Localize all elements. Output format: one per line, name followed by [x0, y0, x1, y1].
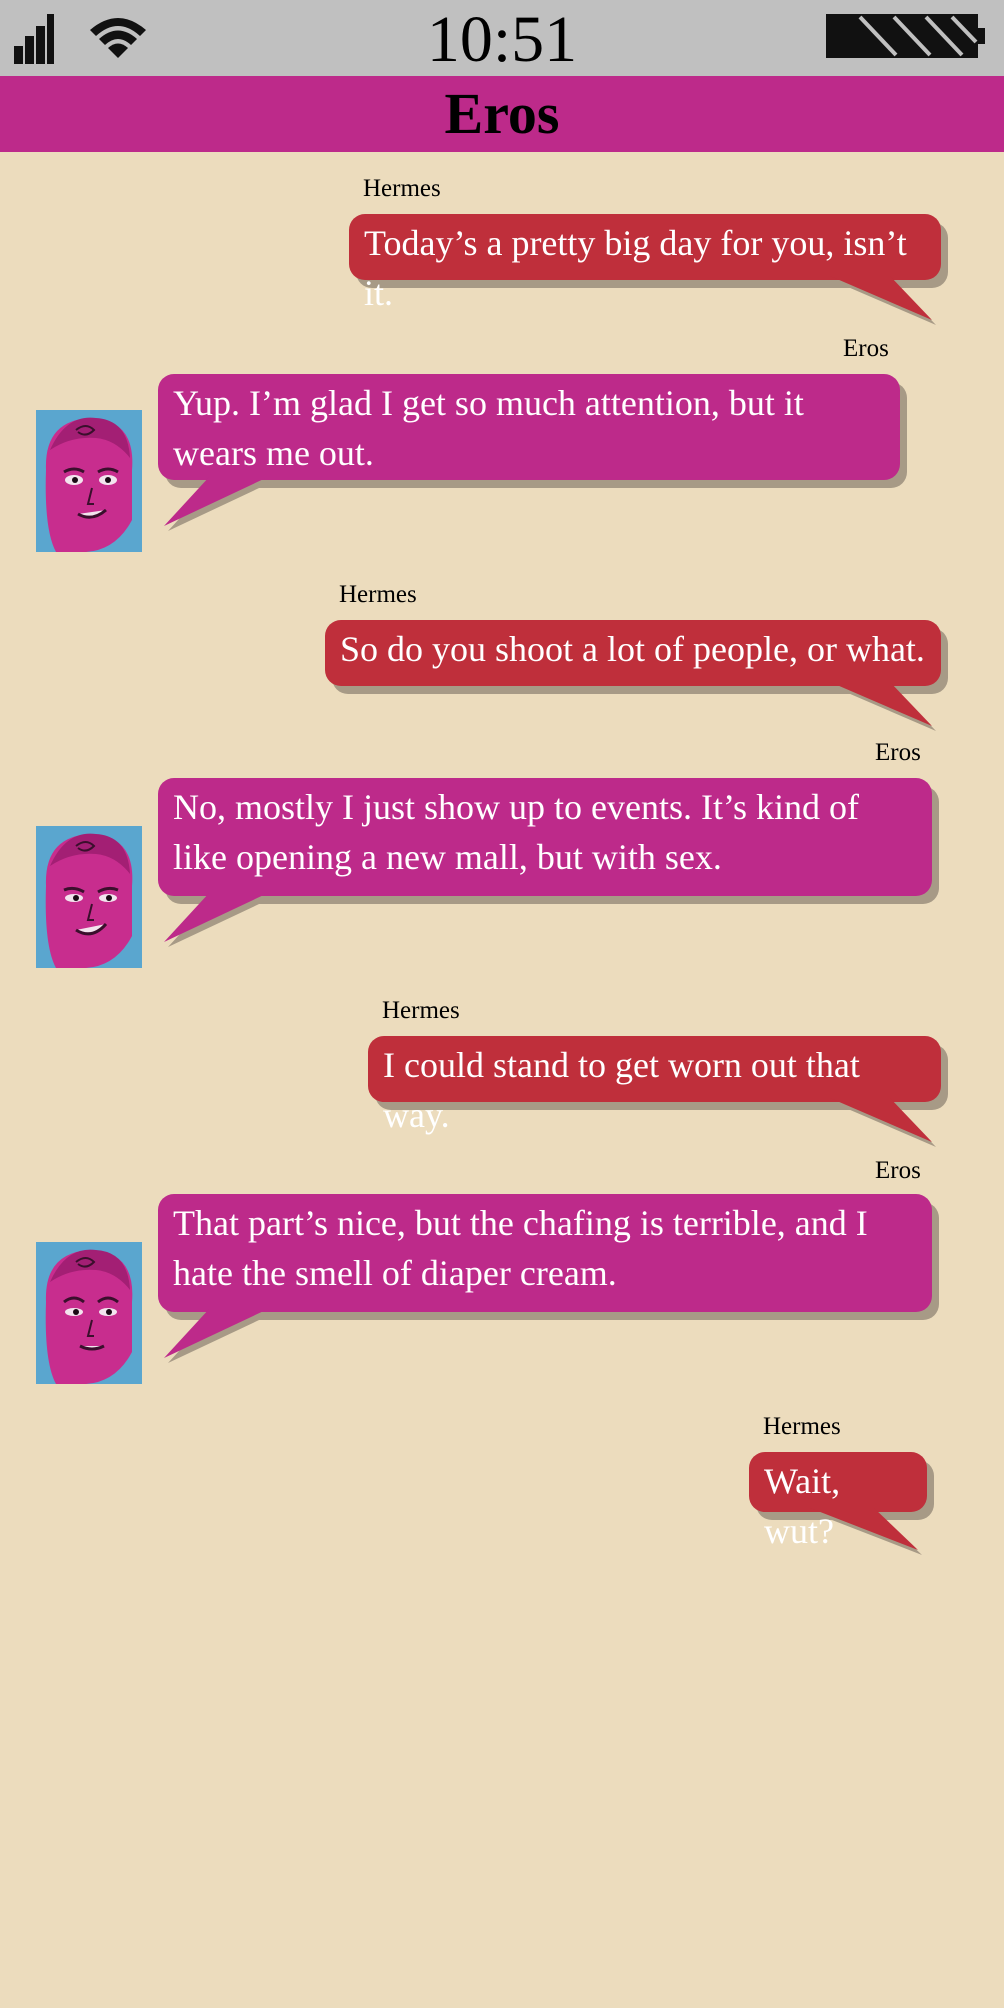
- message-text: So do you shoot a lot of people, or what…: [340, 629, 925, 669]
- status-bar: 10:51: [0, 0, 1004, 76]
- sender-name: Hermes: [763, 1413, 841, 1440]
- message-text: I could stand to get worn out that way.: [383, 1045, 860, 1135]
- bubble-tail: [164, 892, 274, 947]
- message-bubble-hermes: I could stand to get worn out that way.: [368, 1036, 941, 1135]
- message-bubble-hermes: So do you shoot a lot of people, or what…: [325, 620, 941, 686]
- message-text: Yup. I’m glad I get so much attention, b…: [173, 383, 804, 473]
- bubble-tail: [164, 476, 274, 531]
- message-bubble-eros: That part’s nice, but the chafing is ter…: [158, 1194, 932, 1312]
- chat-title: Eros: [444, 81, 560, 146]
- message-text: That part’s nice, but the chafing is ter…: [173, 1203, 868, 1293]
- message-bubble-hermes: Today’s a pretty big day for you, isn’t …: [349, 214, 941, 313]
- bubble-tail: [830, 1098, 936, 1147]
- bubble-tail: [164, 1308, 274, 1363]
- bubble-tail: [810, 1508, 922, 1555]
- sender-name: Eros: [843, 335, 889, 362]
- eros-avatar: [36, 410, 142, 552]
- message-text: No, mostly I just show up to events. It’…: [173, 787, 859, 877]
- sender-name: Eros: [875, 1157, 921, 1184]
- sender-name: Hermes: [363, 175, 441, 202]
- sender-name: Eros: [875, 739, 921, 766]
- message-bubble-eros: Yup. I’m glad I get so much attention, b…: [158, 374, 900, 480]
- battery-icon: [826, 12, 986, 62]
- bubble-tail: [830, 276, 936, 325]
- message-bubble-hermes: Wait, wut?: [749, 1452, 927, 1551]
- eros-avatar: [36, 1242, 142, 1384]
- sender-name: Hermes: [382, 997, 460, 1024]
- chat-header: Eros: [0, 76, 1004, 152]
- bubble-tail: [830, 682, 936, 731]
- message-bubble-eros: No, mostly I just show up to events. It’…: [158, 778, 932, 896]
- sender-name: Hermes: [339, 581, 417, 608]
- eros-avatar: [36, 826, 142, 968]
